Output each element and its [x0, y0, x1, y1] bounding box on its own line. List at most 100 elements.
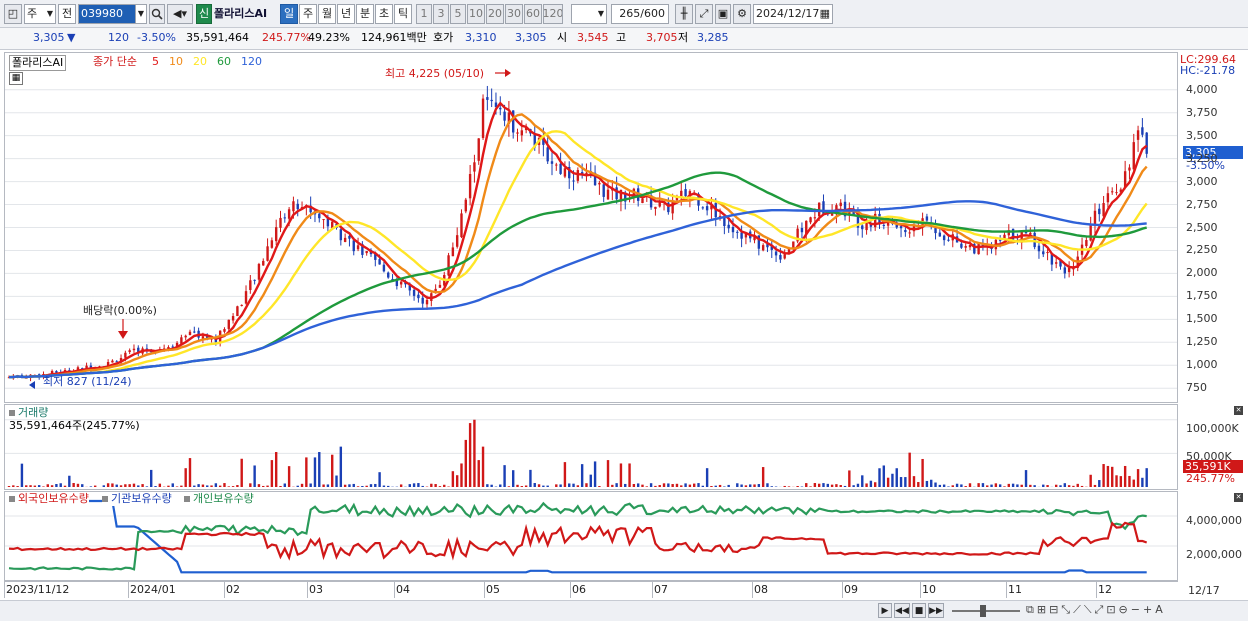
speaker-icon[interactable]: ◀▾ [167, 4, 193, 24]
legend-stock-name[interactable]: 폴라리스AI [9, 55, 67, 71]
volume-bar [882, 465, 886, 487]
volume-bar [20, 463, 24, 487]
volume-bar [1111, 466, 1114, 487]
search-icon[interactable] [149, 4, 165, 24]
volume-bar [908, 452, 911, 487]
ray-tool-icon[interactable]: ⟍ [1084, 603, 1092, 617]
stock-code-input[interactable]: 039980 [78, 4, 136, 24]
shape-tool-icon[interactable]: ⊡ [1106, 603, 1115, 617]
volume-bar [899, 477, 903, 487]
volume-bar [193, 485, 196, 487]
volume-bar [343, 484, 347, 487]
period-button-3[interactable]: 년 [337, 4, 355, 24]
count-field[interactable]: 265/600 [611, 4, 669, 24]
draw-tool-icon[interactable]: ⤢ [695, 4, 713, 24]
interval-button-30[interactable]: 30 [505, 4, 523, 24]
holding-legend-0[interactable]: 외국인보유수량 [9, 492, 89, 506]
volume-bar [1123, 465, 1127, 487]
interval-input[interactable]: ▼ [571, 4, 607, 24]
period-button-4[interactable]: 분 [356, 4, 374, 24]
candle-icon-glyph: ╫ [680, 7, 688, 20]
legend-ma-120[interactable]: 120 [241, 55, 262, 69]
text-tool-icon[interactable]: A [1155, 603, 1163, 617]
period-button-2[interactable]: 월 [318, 4, 336, 24]
volume-bar [356, 486, 360, 487]
price-panel[interactable]: 최고 4,225 (05/10) 최저 827 (11/24) 배당락(0.00%)… [4, 52, 1178, 403]
prev-button[interactable]: 전 [58, 4, 76, 24]
interval-button-5[interactable]: 5 [450, 4, 466, 24]
period-button-5[interactable]: 초 [375, 4, 393, 24]
candle-body [964, 246, 967, 248]
zoom-out-icon[interactable]: ⊖ [1119, 603, 1128, 617]
volume-bar [158, 483, 162, 487]
volume-bar [998, 484, 1002, 487]
x-tick-10 [920, 582, 921, 598]
volume-bar [1003, 486, 1006, 487]
scroll-first-icon[interactable]: ◀◀ [894, 603, 910, 618]
high-arrow-head [505, 69, 511, 77]
gear-icon-glyph: ⚙ [737, 7, 747, 20]
volume-bar [137, 485, 140, 487]
candle-body [1145, 132, 1148, 154]
interval-button-1[interactable]: 1 [416, 4, 432, 24]
volume-bar [490, 484, 493, 487]
new-badge[interactable]: 신 [196, 4, 212, 24]
interval-button-120[interactable]: 120 [543, 4, 563, 24]
layout-icon[interactable]: ⊞ [1037, 603, 1046, 617]
price-change: 120 [108, 31, 129, 44]
legend-ma-20[interactable]: 20 [193, 55, 207, 69]
candle-body [761, 245, 765, 251]
save-icon[interactable]: ▣ [715, 4, 731, 24]
holding-panel[interactable]: 외국인보유수량 기관보유수량 개인보유수량 [4, 491, 1178, 581]
interval-button-60[interactable]: 60 [524, 4, 542, 24]
volume-bar [938, 484, 942, 487]
volume-bar [580, 464, 584, 487]
period-button-0[interactable]: 일 [280, 4, 298, 24]
chevron-down-icon[interactable]: ▼ [135, 4, 147, 24]
gear-icon[interactable]: ⚙ [733, 4, 751, 24]
legend-ma-5[interactable]: 5 [152, 55, 159, 69]
volume-bar [486, 484, 489, 487]
grid-icon[interactable]: ⊟ [1049, 603, 1058, 617]
scroll-last-icon[interactable]: ▶▶ [928, 603, 944, 618]
period-button-1[interactable]: 주 [299, 4, 317, 24]
copy-icon[interactable]: ⧉ [1026, 603, 1034, 617]
zoom-slider-handle[interactable] [980, 605, 986, 617]
candle-type-icon[interactable]: ╫ [675, 4, 693, 24]
cursor-icon[interactable]: ⤡ [1061, 603, 1070, 617]
line-tool-icon[interactable]: ⟋ [1073, 603, 1081, 617]
holding-legend-2[interactable]: 개인보유수량 [184, 492, 254, 506]
volume-bar [460, 463, 463, 487]
candle-body [1033, 232, 1036, 248]
interval-button-20[interactable]: 20 [486, 4, 504, 24]
legend-ma-10[interactable]: 10 [169, 55, 183, 69]
calculator-icon[interactable]: ▦ [9, 72, 23, 85]
minus-icon[interactable]: − [1131, 603, 1140, 617]
candle-body [227, 319, 230, 329]
holding-legend-1[interactable]: 기관보유수량 [102, 492, 172, 506]
zoom-slider[interactable] [952, 610, 1020, 612]
x-tick-11 [1006, 582, 1007, 598]
legend-ma-60[interactable]: 60 [217, 55, 231, 69]
legend-square-icon [184, 496, 190, 502]
volume-bar [283, 483, 287, 487]
interval-button-3[interactable]: 3 [433, 4, 449, 24]
low-price: 3,285 [697, 31, 729, 44]
volume-bar [154, 486, 157, 487]
volume-bar [180, 485, 183, 487]
period-type-select[interactable]: 주 ▼ [24, 4, 56, 24]
window-icon[interactable]: ◰ [4, 4, 22, 24]
date-field[interactable]: 2024/12/17 ▦ [753, 4, 833, 24]
period-button-6[interactable]: 틱 [394, 4, 412, 24]
volume-bar [585, 483, 588, 487]
volume-bar [942, 484, 946, 487]
plus-icon[interactable]: + [1143, 603, 1152, 617]
scroll-right-icon[interactable]: ▶ [878, 603, 892, 618]
stop-icon[interactable]: ■ [912, 603, 926, 618]
volume-bar [598, 486, 601, 487]
price-tick-10: 1,500 [1186, 312, 1218, 326]
trend-tool-icon[interactable]: ⤢ [1095, 603, 1104, 617]
volume-bar [1046, 485, 1049, 487]
interval-button-10[interactable]: 10 [467, 4, 485, 24]
volume-panel[interactable]: 거래량 35,591,464주(245.77%) [4, 404, 1178, 490]
